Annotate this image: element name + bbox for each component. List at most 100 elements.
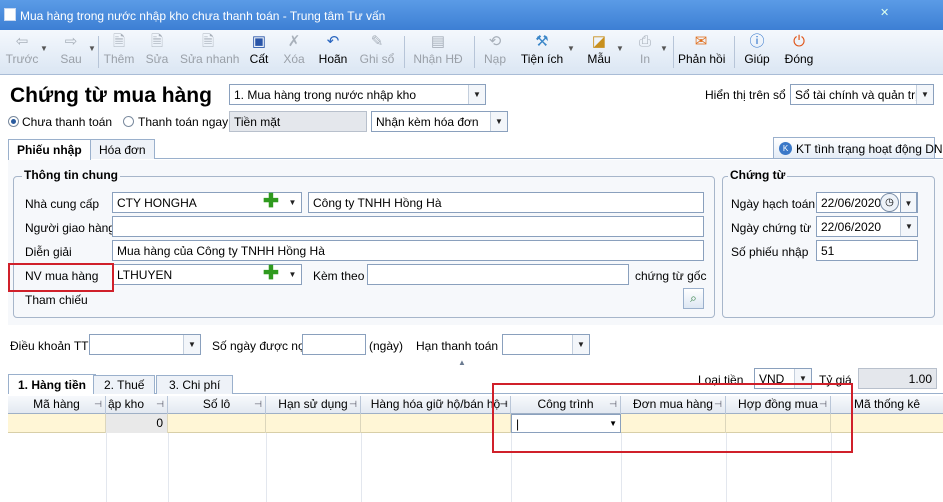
nap-button[interactable]: ⟲ Nạp	[482, 32, 508, 72]
quick-edit-icon: 🗎	[201, 33, 215, 50]
add-doc-icon: 🗎	[112, 33, 126, 50]
original-docs-label: chứng từ gốc	[635, 269, 707, 283]
pen-icon: ✎	[370, 33, 384, 50]
arrow-right-icon: ⇨	[64, 33, 78, 50]
tab-chi-phi[interactable]: 3. Chi phí	[156, 375, 234, 394]
deliverer-input[interactable]	[112, 216, 704, 237]
delete-icon: ✗	[287, 33, 301, 50]
cat-button[interactable]: ▣ Cất	[244, 32, 274, 72]
cell-so-luong[interactable]: 0	[106, 414, 168, 433]
tab-hang-tien[interactable]: 1. Hàng tiền	[8, 374, 97, 394]
hoan-button[interactable]: ↶ Hoãn	[316, 32, 350, 72]
truoc-button[interactable]: ⇦ Trước	[4, 32, 40, 72]
reference-search-icon[interactable]: ⌕	[683, 288, 704, 309]
exchange-rate-input: 1.00	[858, 368, 937, 389]
clock-icon[interactable]: ◷	[880, 193, 899, 212]
toolbar: ⇦ Trước ▼ ⇨ Sau ▼ 🗎 Thêm 🗎 Sửa 🗎 Sửa nhanh ▣ C…	[0, 30, 943, 75]
col-kho[interactable]: ập kho ⊣	[106, 396, 168, 414]
description-label: Diễn giải	[25, 245, 72, 259]
mau-button[interactable]: ◪ Mẫu	[584, 32, 614, 72]
them-button[interactable]: 🗎 Thêm	[102, 32, 136, 72]
window-title: Mua hàng trong nước nhập kho chưa thanh …	[20, 9, 386, 23]
template-icon: ◪	[591, 33, 607, 50]
radio-unpaid[interactable]	[8, 116, 19, 127]
supplier-label: Nhà cung cấp	[25, 197, 100, 211]
giup-button[interactable]: ⓘ Giúp	[742, 32, 772, 72]
credit-days-input[interactable]	[302, 334, 366, 355]
tab-hoa-don[interactable]: Hóa đơn	[90, 139, 155, 159]
printer-icon: ⎙	[638, 33, 651, 50]
radio-paid[interactable]	[123, 116, 134, 127]
receipt-number-input[interactable]: 51	[816, 240, 918, 261]
add-buyer-icon[interactable]: ✚	[261, 264, 281, 285]
description-input[interactable]: Mua hàng của Công ty TNHH Hồng Hà	[112, 240, 704, 261]
sua-nhanh-button[interactable]: 🗎 Sửa nhanh	[180, 32, 239, 72]
reference-label: Tham chiếu	[25, 293, 88, 307]
chevron-down-icon[interactable]: ▼	[572, 335, 589, 354]
app-icon	[4, 8, 16, 21]
cell-han-su-dung[interactable]	[266, 414, 361, 433]
chevron-down-icon[interactable]: ▼	[183, 335, 200, 354]
save-icon: ▣	[251, 33, 267, 50]
voucher-group-title: Chứng từ	[728, 168, 788, 182]
pin-icon[interactable]: ⊣	[254, 396, 262, 413]
chevron-down-icon[interactable]: ▼	[900, 217, 917, 236]
pin-icon[interactable]: ⊣	[156, 396, 164, 413]
window-close-icon[interactable]: ✕	[880, 6, 889, 19]
kt-status-button[interactable]: K KT tình trạng hoạt động DN	[773, 137, 943, 159]
pin-icon[interactable]: ⊣	[349, 396, 357, 413]
in-button[interactable]: ⎙ In	[632, 32, 658, 72]
cell-hang-hoa[interactable]	[361, 414, 511, 433]
voucher-type-select[interactable]: 1. Mua hàng trong nước nhập kho ▼	[229, 84, 486, 105]
posting-date-label: Ngày hạch toán	[731, 197, 816, 211]
chevron-down-icon[interactable]: ▼	[468, 85, 485, 104]
chevron-down-icon[interactable]: ▼	[490, 112, 507, 131]
display-label: Hiển thị trên sổ	[705, 88, 786, 102]
col-hang-hoa-giu-ho[interactable]: Hàng hóa giữ hộ/bán hộ ⊣	[361, 396, 511, 414]
nhan-hd-button[interactable]: ▤ Nhận HĐ	[412, 32, 464, 72]
supplier-name-input[interactable]: Công ty TNHH Hồng Hà	[308, 192, 704, 213]
help-icon: ⓘ	[749, 33, 765, 50]
attachment-input[interactable]	[367, 264, 629, 285]
cell-ma-hang[interactable]	[8, 414, 106, 433]
chevron-down-icon[interactable]: ▼	[284, 264, 301, 285]
due-date-select[interactable]: ▼	[502, 334, 590, 355]
col-ma-hang[interactable]: Mã hàng ⊣	[8, 396, 106, 414]
sua-button[interactable]: 🗎 Sửa	[142, 32, 172, 72]
voucher-date-input[interactable]: 22/06/2020 ▼	[816, 216, 918, 237]
add-supplier-icon[interactable]: ✚	[261, 192, 281, 213]
phan-hoi-button[interactable]: ✉ Phản hồi	[678, 32, 725, 72]
dong-button[interactable]: ⏻ Đóng	[782, 32, 816, 72]
voucher-date-label: Ngày chứng từ	[731, 221, 812, 235]
invoice-select[interactable]: Nhận kèm hóa đơn ▼	[371, 111, 508, 132]
general-info-title: Thông tin chung	[22, 168, 120, 182]
receive-invoice-icon: ▤	[430, 33, 446, 50]
sau-button[interactable]: ⇨ Sau	[54, 32, 88, 72]
close-icon: ⏻	[793, 33, 805, 50]
credit-days-label: Số ngày được nợ	[212, 339, 306, 353]
chevron-down-icon[interactable]: ▼	[900, 192, 917, 213]
attachment-label: Kèm theo	[313, 269, 365, 283]
tien-ich-button[interactable]: ⚒ Tiện ích	[520, 32, 564, 72]
tab-thue[interactable]: 2. Thuế	[93, 375, 156, 394]
mail-icon: ✉	[694, 33, 708, 50]
payment-method-field: Tiền mặt	[229, 111, 367, 132]
tab-phieu-nhap[interactable]: Phiếu nhập	[8, 139, 91, 160]
cell-so-lo[interactable]	[168, 414, 266, 433]
col-han-su-dung[interactable]: Hạn sử dụng ⊣	[266, 396, 361, 414]
payment-terms-select[interactable]: ▼	[89, 334, 201, 355]
chevron-down-icon[interactable]: ▼	[916, 85, 933, 104]
splitter-handle-icon[interactable]: ▲	[455, 358, 469, 367]
edit-doc-icon: 🗎	[150, 33, 164, 50]
chevron-down-icon[interactable]: ▼	[284, 192, 301, 213]
radio-paid-label: Thanh toán ngay	[138, 115, 229, 129]
pin-icon[interactable]: ⊣	[94, 396, 102, 413]
due-date-label: Hạn thanh toán	[416, 339, 499, 353]
col-so-lo[interactable]: Số lô ⊣	[168, 396, 266, 414]
ghi-so-button[interactable]: ✎ Ghi sổ	[358, 32, 396, 72]
display-select[interactable]: Sổ tài chính và quản trị ▼	[790, 84, 934, 105]
days-unit-label: (ngày)	[369, 339, 404, 353]
xoa-button[interactable]: ✗ Xóa	[280, 32, 308, 72]
reload-icon: ⟲	[488, 33, 502, 50]
undo-icon: ↶	[326, 33, 340, 50]
